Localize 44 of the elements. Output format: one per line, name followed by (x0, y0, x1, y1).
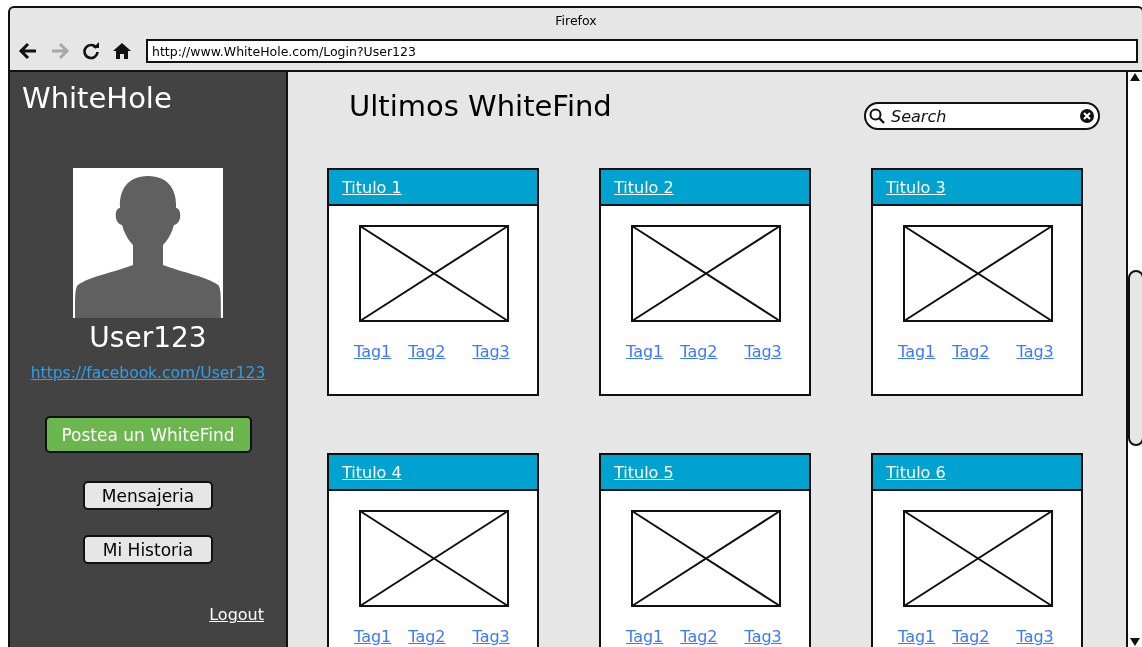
search-icon (869, 108, 885, 124)
tag-link[interactable]: Tag2 (680, 342, 718, 362)
tag-link[interactable]: Tag1 (898, 342, 936, 362)
username: User123 (89, 321, 207, 355)
card-title-link[interactable]: Titulo 4 (342, 462, 402, 482)
scroll-thumb[interactable] (1128, 270, 1142, 446)
tag-link[interactable]: Tag2 (408, 627, 446, 647)
window-title: Firefox (554, 11, 598, 30)
card-title-link[interactable]: Titulo 6 (886, 462, 946, 482)
reload-icon[interactable] (82, 42, 100, 60)
tag-link[interactable]: Tag1 (626, 342, 664, 362)
tag-link[interactable]: Tag3 (1016, 627, 1054, 647)
tag-link[interactable]: Tag1 (354, 342, 392, 362)
tag-link[interactable]: Tag2 (408, 342, 446, 362)
tag-link[interactable]: Tag2 (952, 342, 990, 362)
tag-link[interactable]: Tag3 (744, 627, 782, 647)
home-icon[interactable] (112, 42, 132, 60)
tag-link[interactable]: Tag3 (472, 627, 510, 647)
tag-link[interactable]: Tag2 (952, 627, 990, 647)
tag-link[interactable]: Tag3 (744, 342, 782, 362)
card-title-link[interactable]: Titulo 5 (614, 462, 674, 482)
search-field[interactable]: Search (864, 102, 1100, 130)
card-title-link[interactable]: Titulo 1 (342, 177, 402, 197)
tag-link[interactable]: Tag1 (898, 627, 936, 647)
logout-link[interactable]: Logout (209, 605, 264, 625)
profile-link[interactable]: https://facebook.com/User123 (30, 363, 266, 383)
tag-link[interactable]: Tag3 (1016, 342, 1054, 362)
scroll-up-icon[interactable] (1129, 72, 1141, 82)
post-button[interactable]: Postea un WhiteFind (44, 416, 252, 453)
scrollbar[interactable] (1126, 72, 1142, 647)
card-title-link[interactable]: Titulo 2 (614, 177, 674, 197)
tag-link[interactable]: Tag1 (626, 627, 664, 647)
tag-link[interactable]: Tag2 (680, 627, 718, 647)
menu-button[interactable]: Mensajeria (83, 481, 213, 510)
page-heading: Ultimos WhiteFind (349, 88, 613, 124)
tag-link[interactable]: Tag3 (472, 342, 510, 362)
address-bar[interactable]: http://www.WhiteHole.com/Login?User123 (146, 39, 1138, 63)
clear-icon[interactable] (1079, 108, 1095, 124)
tag-link[interactable]: Tag1 (354, 627, 392, 647)
card-title-link[interactable]: Titulo 3 (886, 177, 946, 197)
scroll-down-icon[interactable] (1129, 637, 1141, 647)
app-logo: WhiteHole (22, 80, 172, 116)
back-arrow-icon[interactable] (18, 42, 38, 60)
menu-button[interactable]: Mi Historia (83, 535, 213, 564)
